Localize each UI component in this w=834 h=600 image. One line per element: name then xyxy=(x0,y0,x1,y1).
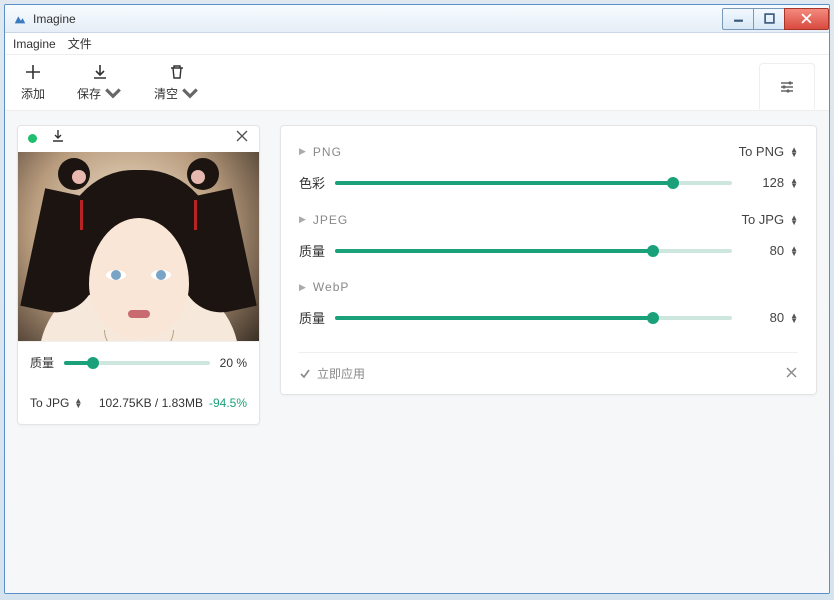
window-close-button[interactable] xyxy=(784,8,829,30)
settings-button[interactable] xyxy=(759,63,815,109)
save-button[interactable]: 保存 xyxy=(77,63,122,103)
close-icon xyxy=(785,366,798,379)
titlebar: Imagine xyxy=(5,5,829,33)
jpeg-quality-value: 80 xyxy=(750,243,784,258)
status-dot xyxy=(28,134,37,143)
quality-row: 质量 20 % xyxy=(18,341,259,382)
png-color-row: 色彩 128 ▲▼ xyxy=(299,165,798,206)
png-color-slider[interactable] xyxy=(335,181,732,185)
jpeg-quality-label: 质量 xyxy=(299,241,335,260)
sliders-icon xyxy=(778,78,796,96)
card-close-button[interactable] xyxy=(235,129,249,148)
plus-icon xyxy=(24,63,42,81)
card-download-button[interactable] xyxy=(51,129,65,148)
updown-icon[interactable]: ▲▼ xyxy=(790,246,798,256)
jpeg-section-header[interactable]: ▶ JPEG To JPG ▲▼ xyxy=(299,206,798,233)
clear-button[interactable]: 清空 xyxy=(154,63,199,103)
format-select[interactable]: To JPG ▲▼ xyxy=(30,396,82,410)
reduction-pct: -94.5% xyxy=(209,396,247,410)
toolbar: 添加 保存 清空 xyxy=(5,55,829,111)
app-icon xyxy=(13,12,27,26)
chevron-down-icon xyxy=(181,85,199,103)
quality-slider[interactable] xyxy=(64,361,210,365)
add-label: 添加 xyxy=(21,85,45,102)
menu-app[interactable]: Imagine xyxy=(13,37,56,51)
card-header xyxy=(18,126,259,152)
menu-file[interactable]: 文件 xyxy=(68,35,92,52)
close-icon xyxy=(235,129,249,143)
chevron-down-icon xyxy=(104,85,122,103)
jpeg-title: JPEG xyxy=(313,213,348,227)
webp-quality-label: 质量 xyxy=(299,308,335,327)
png-target: To PNG xyxy=(739,144,785,159)
content-area: 质量 20 % To JPG ▲▼ 102.75KB / 1.83MB -94.… xyxy=(5,111,829,593)
caret-right-icon: ▶ xyxy=(299,146,307,157)
minimize-button[interactable] xyxy=(722,8,754,30)
updown-icon: ▲▼ xyxy=(74,398,82,408)
panel-close-button[interactable] xyxy=(785,366,798,382)
apply-button[interactable]: 立即应用 xyxy=(299,365,365,382)
png-title: PNG xyxy=(313,145,342,159)
updown-icon[interactable]: ▲▼ xyxy=(790,178,798,188)
jpeg-quality-row: 质量 80 ▲▼ xyxy=(299,233,798,274)
quality-label: 质量 xyxy=(30,354,54,371)
settings-panel: ▶ PNG To PNG ▲▼ 色彩 128 ▲▼ ▶ JPEG To JPG … xyxy=(280,125,817,395)
format-value: To JPG xyxy=(30,396,69,410)
jpeg-target: To JPG xyxy=(741,212,784,227)
webp-quality-slider[interactable] xyxy=(335,316,732,320)
trash-icon xyxy=(168,63,186,81)
window-controls xyxy=(723,8,829,30)
image-thumbnail[interactable] xyxy=(18,152,259,342)
caret-right-icon: ▶ xyxy=(299,282,307,293)
webp-quality-row: 质量 80 ▲▼ xyxy=(299,300,798,341)
png-color-value: 128 xyxy=(750,175,784,190)
png-color-label: 色彩 xyxy=(299,173,335,192)
apply-label: 立即应用 xyxy=(317,365,365,382)
format-row: To JPG ▲▼ 102.75KB / 1.83MB -94.5% xyxy=(18,383,259,424)
check-icon xyxy=(299,368,311,380)
image-card: 质量 20 % To JPG ▲▼ 102.75KB / 1.83MB -94.… xyxy=(17,125,260,425)
panel-footer: 立即应用 xyxy=(299,352,798,394)
png-section-header[interactable]: ▶ PNG To PNG ▲▼ xyxy=(299,138,798,165)
clear-label: 清空 xyxy=(154,85,178,102)
quality-value: 20 % xyxy=(220,356,247,370)
download-icon xyxy=(91,63,109,81)
jpeg-quality-slider[interactable] xyxy=(335,249,732,253)
menubar: Imagine 文件 xyxy=(5,33,829,55)
app-window: Imagine Imagine 文件 添加 保存 清空 xyxy=(4,4,830,594)
updown-icon[interactable]: ▲▼ xyxy=(790,313,798,323)
window-title: Imagine xyxy=(33,12,723,26)
updown-icon[interactable]: ▲▼ xyxy=(790,215,798,225)
size-info: 102.75KB / 1.83MB xyxy=(99,396,203,410)
add-button[interactable]: 添加 xyxy=(21,63,45,102)
webp-quality-value: 80 xyxy=(750,310,784,325)
updown-icon[interactable]: ▲▼ xyxy=(790,147,798,157)
download-icon xyxy=(51,129,65,143)
webp-section-header[interactable]: ▶ WebP xyxy=(299,274,798,300)
webp-title: WebP xyxy=(313,280,349,294)
maximize-button[interactable] xyxy=(753,8,785,30)
caret-right-icon: ▶ xyxy=(299,214,307,225)
save-label: 保存 xyxy=(77,85,101,102)
